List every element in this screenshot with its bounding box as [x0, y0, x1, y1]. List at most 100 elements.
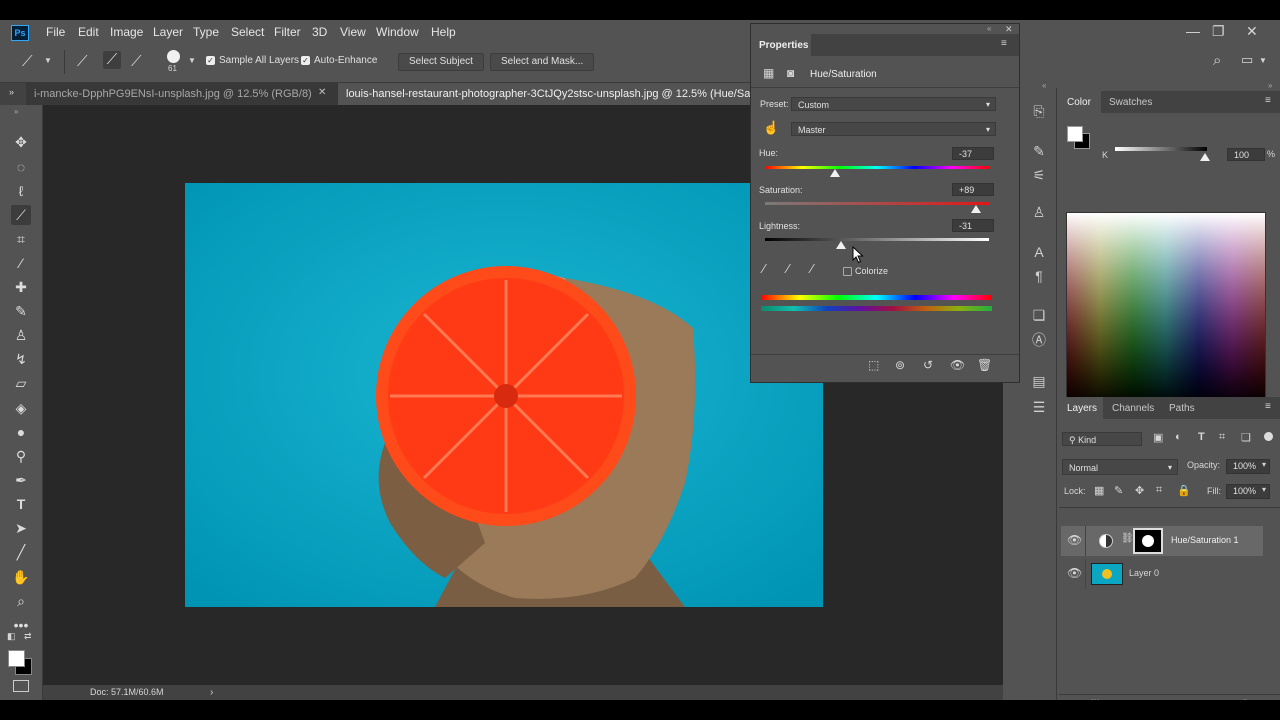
targeted-adjustment-hand-icon[interactable]: ☝ — [763, 120, 779, 136]
workspace-icon[interactable]: ▭ — [1241, 52, 1253, 68]
dock-collapse-icon[interactable]: » — [1268, 81, 1272, 90]
adjustment-histogram-icon[interactable]: ▦ — [763, 66, 774, 80]
libraries-panel-icon[interactable]: ▤ — [1030, 372, 1048, 390]
tab-layers[interactable]: Layers — [1067, 403, 1097, 414]
type-tool-icon[interactable]: T — [11, 494, 31, 514]
history-brush-tool-icon[interactable]: ↯ — [11, 349, 31, 369]
quick-selection-preset-icon[interactable]: ⟋ — [22, 53, 33, 70]
default-colors-icon[interactable]: ◧ — [7, 631, 16, 642]
view-previous-icon[interactable]: ⊚ — [895, 358, 905, 372]
panel-menu-icon[interactable]: ≡ — [1001, 38, 1007, 49]
select-subject-button[interactable]: Select Subject — [398, 53, 484, 71]
brush-tool-icon[interactable]: ✎ — [11, 301, 31, 321]
eyedropper-add-icon[interactable]: ⁄ — [787, 261, 789, 276]
k-slider-thumb[interactable] — [1200, 153, 1210, 161]
delete-adjustment-icon[interactable]: 🗑 — [977, 358, 992, 372]
paragraph-panel-icon[interactable]: ¶ — [1030, 267, 1048, 285]
hue-slider-track[interactable] — [765, 166, 989, 169]
menu-window[interactable]: Window — [376, 25, 419, 39]
dock-expand-icon[interactable]: « — [1042, 81, 1046, 90]
fx-icon[interactable]: fx — [1114, 699, 1123, 700]
history-panel-icon[interactable]: ⎘ — [1030, 102, 1048, 120]
new-selection-icon[interactable]: ⟋ — [77, 53, 88, 70]
sample-all-layers-checkbox[interactable]: ✓ — [206, 56, 215, 65]
panel-menu-icon[interactable]: ≡ — [1265, 95, 1271, 106]
tab-channels[interactable]: Channels — [1112, 403, 1154, 414]
pen-tool-icon[interactable]: ✒ — [11, 470, 31, 490]
eyedropper-icon[interactable]: ⁄ — [763, 261, 765, 276]
tab-document-2[interactable]: louis-hansel-restaurant-photographer-3Ct… — [338, 83, 766, 105]
lock-all-icon[interactable]: 🔒 — [1177, 484, 1191, 497]
lock-pixels-icon[interactable]: ✎ — [1114, 484, 1123, 497]
layer-thumbnail[interactable] — [1091, 563, 1123, 585]
eraser-tool-icon[interactable]: ▱ — [11, 373, 31, 393]
menu-file[interactable]: File — [46, 25, 65, 39]
toolbar-collapse-icon[interactable]: » — [14, 107, 18, 116]
layer-mask-thumbnail[interactable] — [1133, 528, 1163, 554]
dodge-tool-icon[interactable]: ⚲ — [11, 446, 31, 466]
restore-icon[interactable]: ❐ — [1212, 23, 1225, 40]
filter-pixel-icon[interactable]: ▣ — [1153, 431, 1163, 444]
adjustments-icon[interactable]: ⚟ — [1030, 166, 1048, 184]
foreground-color-swatch[interactable] — [8, 650, 25, 667]
link-icon[interactable]: ⛓ — [1121, 533, 1134, 544]
channel-dropdown[interactable]: Master ▾ — [791, 122, 996, 136]
layer-filter-dropdown[interactable]: ⚲ Kind — [1062, 432, 1142, 446]
layer-row-layer-0[interactable]: 👁 Layer 0 — [1061, 559, 1263, 589]
filter-type-icon[interactable]: T — [1198, 431, 1205, 443]
add-mask-icon[interactable]: ◙ — [1138, 699, 1145, 700]
filter-toggle-icon[interactable] — [1264, 432, 1273, 441]
hand-tool-icon[interactable]: ✋ — [11, 567, 31, 587]
layer-name[interactable]: Layer 0 — [1129, 568, 1159, 578]
auto-enhance-checkbox[interactable]: ✓ — [301, 56, 310, 65]
styles-panel-icon[interactable]: ❏ — [1030, 306, 1048, 324]
blur-tool-icon[interactable]: ● — [11, 422, 31, 442]
filter-shape-icon[interactable]: ⌗ — [1219, 431, 1225, 444]
colorize-checkbox[interactable] — [843, 267, 852, 276]
brush-dropdown-icon[interactable]: ▼ — [188, 56, 196, 65]
zoom-tool-icon[interactable]: ⌕ — [11, 591, 31, 611]
new-group-icon[interactable]: ▭ — [1188, 699, 1198, 700]
move-tool-icon[interactable]: ✥ — [11, 132, 31, 152]
tab-paths[interactable]: Paths — [1169, 403, 1195, 414]
eye-icon[interactable]: 👁 — [1067, 566, 1082, 580]
clone-source-icon[interactable]: ♙ — [1030, 203, 1048, 221]
link-layers-icon[interactable]: ⛓ — [1089, 699, 1103, 700]
character-panel-icon[interactable]: A — [1030, 243, 1048, 261]
opacity-dropdown-icon[interactable]: ▾ — [1262, 460, 1266, 469]
info-panel-icon[interactable]: ☰ — [1030, 398, 1048, 416]
preset-dropdown[interactable]: Custom ▾ — [791, 97, 996, 111]
brush-settings-icon[interactable]: ✎ — [1030, 142, 1048, 160]
menu-type[interactable]: Type — [193, 25, 219, 39]
new-layer-icon[interactable]: ⊞ — [1213, 699, 1222, 700]
lock-position-icon[interactable]: ✥ — [1135, 484, 1144, 497]
menu-select[interactable]: Select — [231, 25, 264, 39]
tab-color[interactable]: Color — [1067, 97, 1091, 108]
lock-artboard-icon[interactable]: ⌗ — [1156, 484, 1162, 497]
swap-colors-icon[interactable]: ⇄ — [24, 631, 32, 642]
eyedropper-subtract-icon[interactable]: ⁄ — [811, 261, 813, 276]
search-icon[interactable]: ⌕ — [1213, 52, 1221, 69]
menu-view[interactable]: View — [340, 25, 366, 39]
delete-layer-icon[interactable]: 🗑 — [1238, 699, 1252, 700]
clone-stamp-tool-icon[interactable]: ♙ — [11, 325, 31, 345]
lasso-tool-icon[interactable]: ℓ — [11, 181, 31, 201]
workspace-dropdown-icon[interactable]: ▼ — [1259, 56, 1267, 65]
menu-3d[interactable]: 3D — [312, 25, 327, 39]
close-icon[interactable]: ✕ — [1246, 23, 1258, 40]
blend-mode-dropdown[interactable]: Normal ▾ — [1062, 459, 1178, 475]
saturation-value-field[interactable]: +89 — [952, 183, 994, 196]
color-fg-swatch[interactable] — [1067, 126, 1083, 142]
k-slider-track[interactable] — [1115, 147, 1207, 151]
glyphs-panel-icon[interactable]: Ⓐ — [1030, 331, 1048, 349]
minimize-icon[interactable]: — — [1186, 23, 1200, 39]
lock-transparent-icon[interactable]: ▦ — [1094, 484, 1104, 497]
paint-bucket-tool-icon[interactable]: ◈ — [11, 398, 31, 418]
color-spectrum[interactable] — [1066, 212, 1266, 408]
menu-help[interactable]: Help — [431, 25, 456, 39]
add-to-selection-icon[interactable]: ⟋ — [103, 51, 121, 69]
filter-smart-object-icon[interactable]: ❏ — [1241, 431, 1251, 444]
quick-mask-icon[interactable] — [13, 680, 29, 692]
lightness-slider-track[interactable] — [765, 238, 989, 241]
status-menu-icon[interactable]: › — [210, 685, 213, 700]
